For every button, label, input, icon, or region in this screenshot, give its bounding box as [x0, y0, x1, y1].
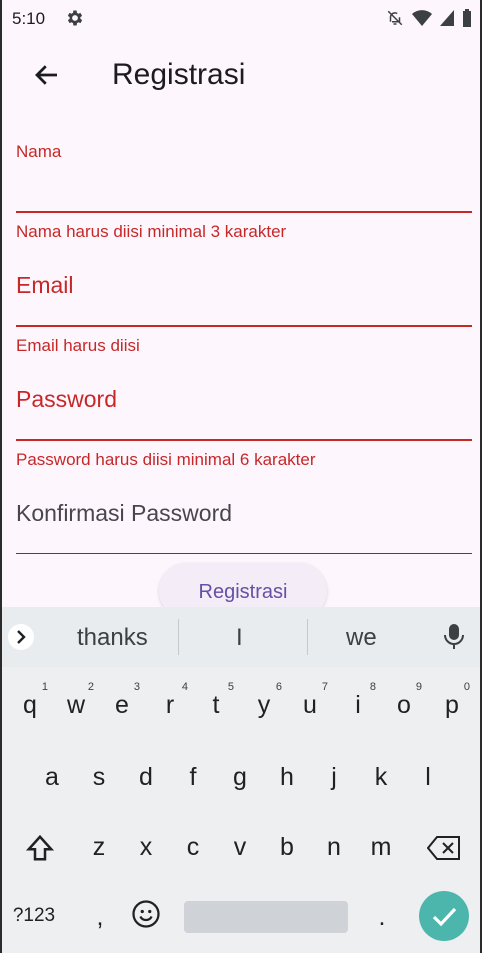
key-label: w	[66, 691, 86, 719]
key-v[interactable]: v	[220, 833, 260, 862]
key-label: t	[212, 691, 220, 719]
key-label: r	[165, 691, 175, 719]
wifi-icon	[412, 10, 432, 31]
microphone-icon[interactable]	[442, 623, 466, 656]
symbols-key[interactable]: ?123	[10, 905, 58, 927]
key-label: i	[355, 691, 361, 719]
backspace-icon[interactable]	[424, 835, 464, 868]
suggestion-strip: thanks I we	[2, 607, 480, 667]
expand-chevron-icon[interactable]	[8, 624, 34, 650]
nama-field[interactable]: Nama Nama harus diisi minimal 3 karakter	[16, 140, 472, 241]
nama-underline	[16, 211, 472, 213]
key-b[interactable]: b	[267, 833, 307, 862]
password-field[interactable]: Password Password harus diisi minimal 6 …	[16, 384, 472, 474]
comma-key[interactable]: ,	[80, 903, 120, 932]
notifications-off-icon	[386, 9, 404, 32]
key-z[interactable]: z	[79, 833, 119, 862]
password-input[interactable]	[16, 384, 472, 434]
key-i[interactable]: i8	[338, 681, 378, 720]
key-hint: 3	[133, 681, 140, 693]
key-label: q	[23, 691, 37, 719]
settings-gear-icon	[65, 8, 85, 33]
key-hint: 4	[181, 681, 188, 693]
key-hint: 6	[275, 681, 282, 693]
key-hint: 2	[87, 681, 94, 693]
confirm-password-field[interactable]: Konfirmasi Password	[16, 498, 472, 558]
spacebar[interactable]	[184, 901, 348, 933]
back-arrow-icon[interactable]	[32, 60, 62, 90]
signal-icon	[440, 10, 454, 31]
screen: 5:10 Registrasi Nama Nama harus diisi mi…	[2, 0, 480, 953]
key-s[interactable]: s	[79, 763, 119, 792]
suggestion-word[interactable]: thanks	[77, 624, 148, 652]
key-label: e	[115, 691, 129, 719]
key-y[interactable]: y6	[244, 681, 284, 720]
key-d[interactable]: d	[126, 763, 166, 792]
key-hint: 5	[227, 681, 234, 693]
email-underline	[16, 325, 472, 327]
key-hint: 0	[463, 681, 470, 693]
app-bar: Registrasi	[2, 40, 480, 110]
key-a[interactable]: a	[32, 763, 72, 792]
key-w[interactable]: w2	[56, 681, 96, 720]
key-c[interactable]: c	[173, 833, 213, 862]
nama-input[interactable]	[16, 172, 472, 208]
key-label: y	[257, 691, 271, 719]
status-bar: 5:10	[2, 0, 480, 36]
emoji-icon[interactable]	[126, 899, 166, 936]
page-title: Registrasi	[112, 58, 246, 91]
period-key[interactable]: .	[362, 903, 402, 932]
key-q[interactable]: q1	[10, 681, 50, 720]
suggestion-word[interactable]: I	[236, 624, 243, 652]
key-label: u	[303, 691, 317, 719]
key-p[interactable]: p0	[432, 681, 472, 720]
key-x[interactable]: x	[126, 833, 166, 862]
password-underline	[16, 439, 472, 441]
email-field[interactable]: Email Email harus diisi	[16, 270, 472, 360]
key-t[interactable]: t5	[196, 681, 236, 720]
key-h[interactable]: h	[267, 763, 307, 792]
done-check-icon[interactable]	[419, 891, 469, 941]
key-o[interactable]: o9	[384, 681, 424, 720]
key-hint: 7	[321, 681, 328, 693]
key-hint: 8	[369, 681, 376, 693]
key-g[interactable]: g	[220, 763, 260, 792]
soft-keyboard: thanks I we q1 w2 e3 r4 t5 y6 u7 i8 o9 p…	[2, 607, 480, 953]
status-time: 5:10	[12, 9, 46, 28]
key-r[interactable]: r4	[150, 681, 190, 720]
shift-icon[interactable]	[20, 833, 60, 870]
email-error-text: Email harus diisi	[16, 336, 140, 355]
key-label: p	[445, 691, 459, 719]
suggestion-word[interactable]: we	[346, 624, 377, 652]
key-hint: 9	[415, 681, 422, 693]
key-n[interactable]: n	[314, 833, 354, 862]
key-f[interactable]: f	[173, 763, 213, 792]
confirm-password-underline	[16, 553, 472, 554]
key-j[interactable]: j	[314, 763, 354, 792]
suggestion-divider	[307, 619, 308, 655]
email-input[interactable]	[16, 270, 472, 320]
password-error-text: Password harus diisi minimal 6 karakter	[16, 450, 316, 469]
battery-icon	[462, 9, 472, 32]
nama-error-text: Nama harus diisi minimal 3 karakter	[16, 222, 287, 241]
suggestion-divider	[178, 619, 179, 655]
status-icons	[386, 9, 472, 32]
key-u[interactable]: u7	[290, 681, 330, 720]
key-hint: 1	[41, 681, 48, 693]
key-label: o	[397, 691, 411, 719]
nama-label: Nama	[16, 142, 62, 161]
key-l[interactable]: l	[408, 763, 448, 792]
key-k[interactable]: k	[361, 763, 401, 792]
confirm-password-input[interactable]	[16, 498, 472, 548]
key-m[interactable]: m	[361, 833, 401, 862]
key-e[interactable]: e3	[102, 681, 142, 720]
